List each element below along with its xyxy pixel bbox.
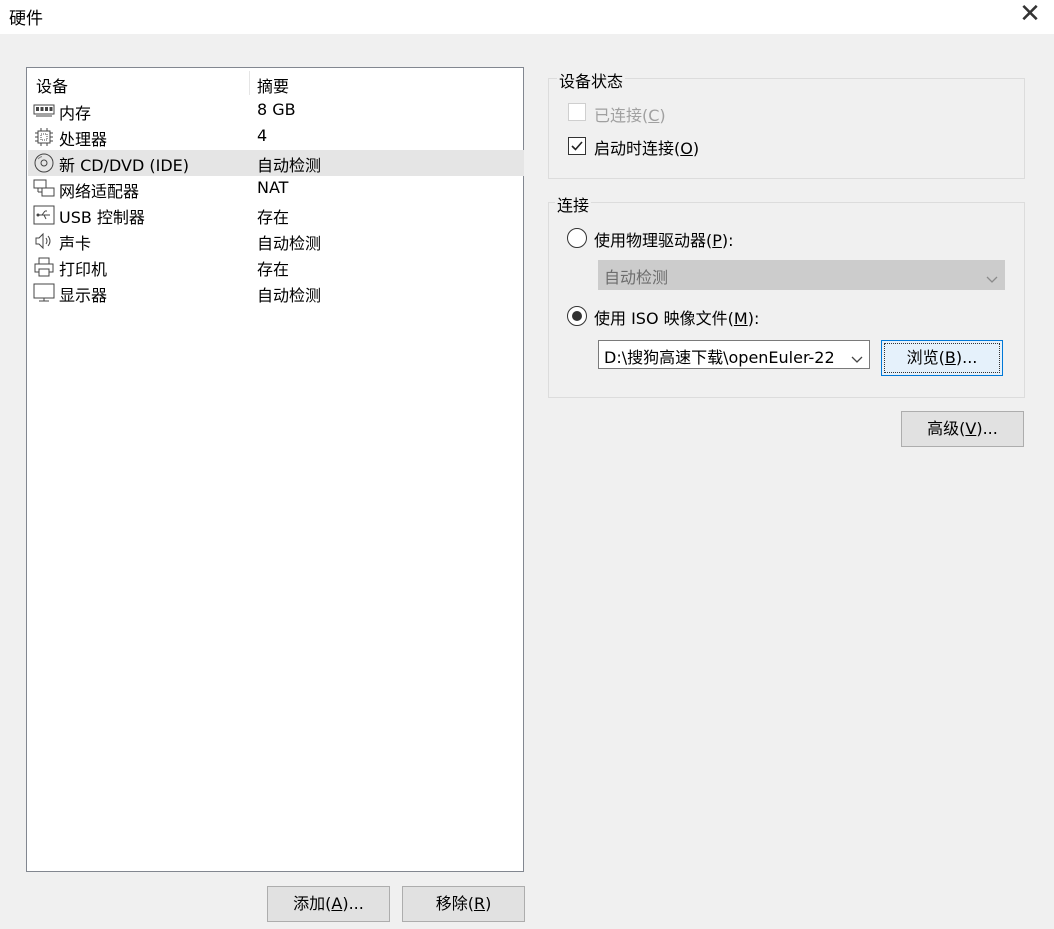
add-button[interactable]: 添加(A)...	[267, 886, 390, 922]
remove-button-label: 移除(R)	[435, 894, 492, 913]
device-name: 网络适配器	[59, 182, 140, 201]
device-name: 打印机	[59, 260, 108, 279]
device-row-processor[interactable]: 处理器 4	[28, 124, 524, 150]
connected-label: 已连接(C)	[594, 106, 666, 125]
device-row-display[interactable]: 显示器 自动检测	[28, 280, 524, 306]
checkmark-icon	[571, 141, 583, 151]
device-name: USB 控制器	[59, 208, 145, 227]
chevron-down-icon	[986, 269, 998, 288]
column-header-summary[interactable]: 摘要	[257, 73, 289, 97]
monitor-icon	[33, 283, 55, 303]
device-list[interactable]: 设备 摘要 内存 8 GB 处理器 4 新 CD/DVD (IDE) 自动检测 …	[26, 67, 524, 872]
device-status-group	[548, 78, 1025, 179]
device-name: 处理器	[59, 130, 108, 149]
speaker-icon	[33, 231, 55, 251]
device-name: 新 CD/DVD (IDE)	[59, 156, 189, 175]
physical-drive-radio[interactable]	[567, 228, 587, 248]
device-row-network-adapter[interactable]: 网络适配器 NAT	[28, 176, 524, 202]
device-summary: 自动检测	[257, 286, 322, 305]
device-summary: 存在	[257, 260, 290, 279]
connect-at-power-on-label: 启动时连接(O)	[594, 139, 700, 158]
physical-drive-select[interactable]: 自动检测	[598, 260, 1005, 290]
title-bar: 硬件 ✕	[0, 0, 1054, 34]
processor-icon	[33, 127, 55, 147]
iso-path-combobox[interactable]: D:\搜狗高速下载\openEuler-22	[598, 340, 870, 369]
device-summary: 8 GB	[257, 100, 296, 119]
iso-image-label: 使用 ISO 映像文件(M):	[594, 309, 760, 328]
advanced-button-label: 高级(V)...	[927, 419, 998, 438]
window-title: 硬件	[9, 9, 43, 29]
list-header: 设备 摘要	[27, 68, 523, 98]
advanced-button[interactable]: 高级(V)...	[901, 411, 1024, 447]
connect-at-power-on-checkbox[interactable]	[568, 137, 586, 155]
remove-button[interactable]: 移除(R)	[402, 886, 525, 922]
cd-dvd-icon	[33, 153, 55, 173]
browse-button-label: 浏览(B)...	[906, 348, 978, 367]
connected-checkbox[interactable]	[568, 103, 586, 121]
device-name: 声卡	[59, 234, 92, 253]
printer-icon	[33, 257, 55, 277]
connection-title: 连接	[555, 192, 592, 216]
device-row-printer[interactable]: 打印机 存在	[28, 254, 524, 280]
usb-icon	[33, 205, 55, 225]
device-name: 显示器	[59, 286, 108, 305]
iso-path-input[interactable]: D:\搜狗高速下载\openEuler-22	[604, 344, 842, 368]
device-row-memory[interactable]: 内存 8 GB	[28, 98, 524, 124]
close-button[interactable]: ✕	[1018, 1, 1042, 27]
device-row-usb-controller[interactable]: USB 控制器 存在	[28, 202, 524, 228]
radio-dot	[572, 311, 582, 321]
physical-drive-label: 使用物理驱动器(P):	[594, 231, 734, 250]
device-summary: NAT	[257, 178, 289, 197]
column-separator[interactable]	[249, 71, 250, 95]
device-summary: 存在	[257, 208, 290, 227]
add-button-label: 添加(A)...	[293, 894, 364, 913]
network-adapter-icon	[33, 179, 55, 199]
column-header-device[interactable]: 设备	[36, 73, 68, 97]
chevron-down-icon[interactable]	[851, 349, 863, 368]
browse-button[interactable]: 浏览(B)...	[881, 340, 1003, 376]
memory-icon	[33, 101, 55, 121]
device-name: 内存	[59, 104, 92, 123]
device-row-sound-card[interactable]: 声卡 自动检测	[28, 228, 524, 254]
device-summary: 4	[257, 126, 268, 145]
device-status-title: 设备状态	[557, 68, 626, 92]
device-row-cd-dvd[interactable]: 新 CD/DVD (IDE) 自动检测	[28, 150, 524, 176]
device-summary: 自动检测	[257, 234, 322, 253]
iso-image-radio[interactable]	[567, 306, 587, 326]
device-summary: 自动检测	[257, 156, 322, 175]
physical-drive-value: 自动检测	[604, 268, 669, 287]
